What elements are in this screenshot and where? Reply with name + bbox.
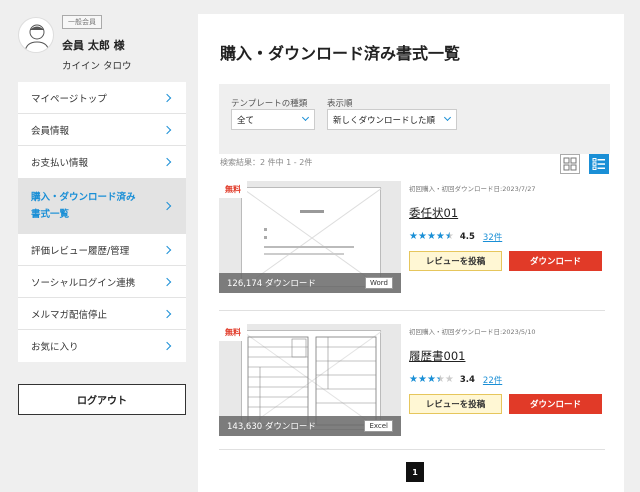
star-icon: ★	[426, 374, 436, 385]
rating-value: 4.5	[459, 232, 475, 242]
grid-view-icon	[563, 157, 577, 171]
sidebar-item-mypage-top[interactable]: マイページトップ	[18, 82, 186, 114]
chevron-down-icon	[443, 113, 452, 122]
star-icon: ★	[417, 231, 427, 242]
pagination-page-1[interactable]: 1	[406, 462, 424, 482]
sidebar-item-label: お気に入り	[31, 342, 79, 353]
star-icon: ★	[409, 231, 418, 242]
star-icon: ★	[417, 374, 427, 385]
document-card: 無料 143,630 ダウンロード Excel 初回購入・初回ダウンロード日:2…	[219, 324, 610, 442]
chevron-right-icon	[162, 341, 172, 351]
document-title-link[interactable]: 委任状01	[409, 205, 458, 221]
document-title-link[interactable]: 履歴書001	[409, 348, 465, 364]
download-count-bar: 143,630 ダウンロード Excel	[219, 416, 401, 436]
file-type-badge: Word	[365, 277, 393, 289]
sidebar-item-newsletter-stop[interactable]: メルマガ配信停止	[18, 298, 186, 330]
sidebar-item-member-info[interactable]: 会員情報	[18, 114, 186, 146]
list-view-icon	[592, 158, 605, 170]
sort-order-label: 表示順	[327, 99, 353, 109]
user-name: 会員 太郎 様	[62, 39, 125, 52]
review-count-link[interactable]: 22件	[483, 374, 502, 386]
download-count-bar: 126,174 ダウンロード Word	[219, 273, 401, 293]
download-count: 143,630 ダウンロード	[227, 422, 316, 432]
sidebar-item-label-line1: 購入・ダウンロード済み	[31, 192, 136, 203]
user-name-kana: カイイン タロウ	[62, 61, 132, 72]
star-rating: ★ ★ ★ ★ ★ 3.4 22件	[409, 374, 502, 387]
profile-block: 一般会員 会員 太郎 様 カイイン タロウ	[18, 0, 186, 82]
post-review-button[interactable]: レビューを投稿	[409, 251, 502, 271]
filter-panel: テンプレートの種類 全て 表示順 新しくダウンロードした順	[219, 84, 610, 154]
sidebar-menu: マイページトップ 会員情報 お支払い情報 購入・ダウンロード済み 書式一覧 評価…	[18, 82, 186, 362]
chevron-right-icon	[162, 157, 172, 167]
template-type-label: テンプレートの種類	[231, 99, 308, 109]
first-download-date: 初回購入・初回ダウンロード日:2023/7/27	[409, 185, 536, 193]
free-badge: 無料	[219, 324, 247, 341]
document-thumbnail[interactable]: 無料 143,630 ダウンロード Excel	[219, 324, 401, 436]
document-preview	[241, 187, 383, 289]
sidebar-item-downloaded-forms[interactable]: 購入・ダウンロード済み 書式一覧	[18, 179, 186, 234]
chevron-right-icon	[162, 245, 172, 254]
template-type-value: 全て	[237, 115, 255, 126]
document-thumbnail[interactable]: 無料 126,174 ダウンロード Word	[219, 181, 401, 293]
document-card: 無料 126,174 ダウンロード Word 初回購入・初回ダウンロード日:20…	[219, 181, 610, 299]
grid-view-button[interactable]	[560, 154, 580, 174]
sidebar-item-label: 会員情報	[31, 125, 70, 137]
sidebar-item-favorites[interactable]: お気に入り	[18, 330, 186, 362]
free-badge: 無料	[219, 181, 247, 198]
sidebar-item-label: メルマガ配信停止	[31, 309, 108, 321]
star-icon: ★	[409, 374, 418, 385]
chevron-right-icon	[162, 93, 172, 102]
sidebar-item-label: ソーシャルログイン連携	[31, 277, 136, 289]
download-button[interactable]: ダウンロード	[509, 394, 602, 414]
sidebar-item-label: 購入・ダウンロード済み 書式一覧	[31, 189, 136, 223]
sort-order-select[interactable]: 新しくダウンロードした順	[327, 109, 457, 130]
logout-button[interactable]: ログアウト	[18, 384, 186, 415]
star-half-icon: ★	[444, 231, 454, 242]
star-icon: ★	[435, 231, 445, 242]
chevron-right-icon	[162, 309, 172, 318]
page-title: 購入・ダウンロード済み書式一覧	[220, 44, 461, 63]
rating-value: 3.4	[459, 375, 475, 385]
post-review-button[interactable]: レビューを投稿	[409, 394, 502, 414]
star-half-icon: ★	[435, 374, 445, 385]
template-type-select[interactable]: 全て	[231, 109, 315, 130]
chevron-right-icon	[162, 277, 172, 286]
review-count-link[interactable]: 32件	[483, 231, 502, 243]
sidebar-item-label: 評価レビュー履歴/管理	[31, 245, 130, 257]
download-count: 126,174 ダウンロード	[227, 279, 316, 289]
sidebar: 一般会員 会員 太郎 様 カイイン タロウ マイページトップ 会員情報 お支払い…	[18, 0, 186, 415]
chevron-down-icon	[301, 113, 310, 122]
sort-order-value: 新しくダウンロードした順	[333, 115, 436, 126]
chevron-right-icon	[162, 125, 172, 134]
divider	[219, 449, 605, 450]
sidebar-item-label: お支払い情報	[31, 158, 89, 169]
member-rank-badge: 一般会員	[62, 15, 102, 29]
document-preview	[241, 330, 383, 432]
list-view-button[interactable]	[589, 154, 609, 174]
main-content: 購入・ダウンロード済み書式一覧 テンプレートの種類 全て 表示順 新しくダウンロ…	[198, 14, 624, 492]
avatar	[18, 17, 54, 53]
star-rating: ★ ★ ★ ★ ★ 4.5 32件	[409, 231, 502, 244]
sidebar-item-label: マイページトップ	[31, 93, 107, 105]
sidebar-item-reviews[interactable]: 評価レビュー履歴/管理	[18, 234, 186, 266]
first-download-date: 初回購入・初回ダウンロード日:2023/5/10	[409, 328, 536, 336]
chevron-right-icon	[162, 201, 172, 211]
star-icon: ★	[426, 231, 436, 242]
file-type-badge: Excel	[364, 420, 393, 432]
star-empty-icon: ★	[444, 374, 454, 385]
results-count: 検索結果：2 件中 1 - 2件	[220, 158, 313, 167]
download-button[interactable]: ダウンロード	[509, 251, 602, 271]
sidebar-item-label-line2: 書式一覧	[31, 209, 70, 220]
sidebar-item-payment-info[interactable]: お支払い情報	[18, 146, 186, 179]
sidebar-item-social-login[interactable]: ソーシャルログイン連携	[18, 266, 186, 298]
divider	[219, 310, 605, 311]
